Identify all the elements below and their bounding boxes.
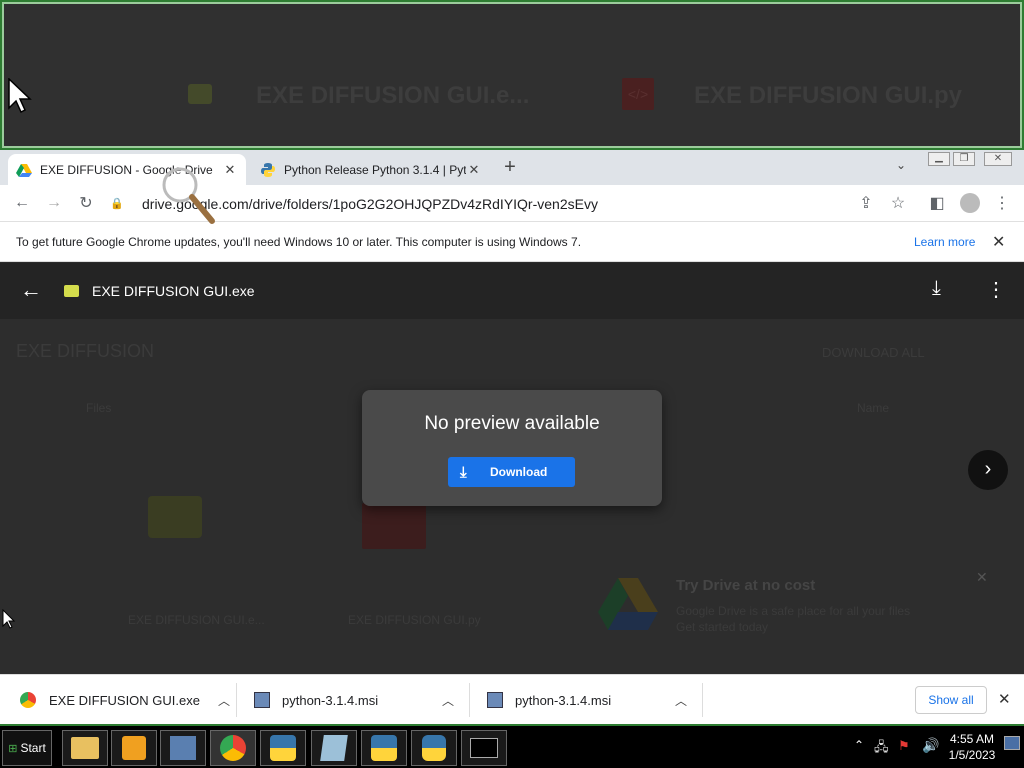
tab-strip: EXE DIFFUSION - Google Drive ✕ Python Re… <box>0 150 1024 185</box>
viewer-filename: EXE DIFFUSION GUI.exe <box>92 283 255 299</box>
tab-title: Python Release Python 3.1.4 | Pyth <box>284 162 466 177</box>
promo-line-1: Google Drive is a safe place for all you… <box>676 604 911 618</box>
chrome-icon[interactable] <box>210 730 256 766</box>
address-bar[interactable]: 🔒 drive.google.com/drive/folders/1poG2G2… <box>110 189 916 218</box>
python-icon[interactable] <box>411 730 457 766</box>
windows-taskbar: ⊞ Start ⌃ 🖧 ⚑ 🔊 4:55 AM 1/5/2023 <box>0 724 1024 768</box>
chevron-up-icon[interactable]: ︿ <box>442 692 454 709</box>
file-card-label-2: EXE DIFFUSION GUI.py <box>348 613 481 627</box>
close-icon[interactable]: ✕ <box>222 162 238 178</box>
py-thumbnail <box>362 503 426 549</box>
download-icon[interactable]: ⤓ <box>932 277 941 300</box>
remote-desktop-icon[interactable] <box>160 730 206 766</box>
exe-file-icon <box>64 285 79 297</box>
divider <box>236 683 237 717</box>
back-arrow-icon[interactable]: ← <box>20 277 42 303</box>
close-icon[interactable]: ✕ <box>466 162 482 178</box>
windows-logo-icon: ⊞ <box>8 742 18 755</box>
cursor-icon <box>8 77 32 119</box>
download-button[interactable]: ⤓ Download <box>448 457 575 487</box>
zoom-file-label-1: EXE DIFFUSION GUI.e... <box>256 82 530 109</box>
menu-kebab-icon[interactable]: ⋮ <box>988 189 1016 217</box>
promo-line-2: Get started today <box>676 620 769 634</box>
downloads-bar: EXE DIFFUSION GUI.exe ︿ python-3.1.4.msi… <box>0 674 1024 724</box>
no-preview-text: No preview available <box>424 413 600 434</box>
lock-icon: 🔒 <box>110 198 124 210</box>
clock-time[interactable]: 4:55 AM <box>940 732 1004 746</box>
zoom-file-label-2: EXE DIFFUSION GUI.py <box>694 82 963 109</box>
no-preview-dialog: No preview available ⤓ Download <box>362 390 662 506</box>
installer-icon <box>254 692 270 708</box>
clock-date[interactable]: 1/5/2023 <box>940 748 1004 762</box>
update-infobar: To get future Google Chrome updates, you… <box>0 222 1024 262</box>
download-item-name: python-3.1.4.msi <box>282 692 379 708</box>
forward-button[interactable]: → <box>40 189 68 217</box>
close-icon: ✕ <box>976 569 988 585</box>
start-button[interactable]: ⊞ Start <box>2 730 52 766</box>
close-icon[interactable]: ✕ <box>992 232 1005 252</box>
download-item[interactable]: python-3.1.4.msi ︿ <box>487 675 687 725</box>
python-icon <box>261 162 275 177</box>
chevron-up-icon[interactable]: ︿ <box>218 692 230 709</box>
folder-title: EXE DIFFUSION <box>16 341 155 361</box>
chevron-up-icon[interactable]: ︿ <box>675 692 687 709</box>
restore-button[interactable]: ❐ <box>953 152 975 166</box>
close-icon[interactable]: ✕ <box>998 690 1011 708</box>
start-label: Start <box>20 741 46 755</box>
download-item[interactable]: EXE DIFFUSION GUI.exe ︿ <box>20 675 230 725</box>
file-card-label-1: EXE DIFFUSION GUI.e... <box>128 613 265 627</box>
code-file-icon: </> <box>622 78 654 110</box>
installer-icon <box>487 692 503 708</box>
python-installer-icon[interactable] <box>361 730 407 766</box>
download-item-name: EXE DIFFUSION GUI.exe <box>49 692 200 708</box>
divider <box>702 683 703 717</box>
bookmark-star-icon[interactable]: ☆ <box>884 189 912 217</box>
side-panel-icon[interactable]: ◧ <box>923 189 951 217</box>
drive-viewer: ← EXE DIFFUSION GUI.exe ⤓ ⋮ EXE DIFFUSIO… <box>0 263 1024 674</box>
download-button-label: Download <box>490 465 548 479</box>
learn-more-link[interactable]: Learn more <box>914 235 975 249</box>
google-drive-icon <box>16 163 32 177</box>
show-desktop-button[interactable] <box>1004 736 1020 750</box>
more-options-icon[interactable]: ⋮ <box>986 277 1006 302</box>
close-window-button[interactable]: ✕ <box>984 152 1012 166</box>
show-hidden-icons-icon[interactable]: ⌃ <box>854 738 864 752</box>
profile-avatar[interactable] <box>956 189 984 217</box>
reload-button[interactable]: ↻ <box>72 189 100 217</box>
notepad-icon[interactable] <box>311 730 357 766</box>
divider <box>469 683 470 717</box>
share-icon[interactable]: ⇪ <box>852 189 880 217</box>
media-player-icon[interactable] <box>111 730 157 766</box>
minimize-button[interactable]: ▁ <box>928 152 950 166</box>
files-label: Files <box>86 401 112 415</box>
volume-icon[interactable]: 🔊 <box>922 737 939 754</box>
command-prompt-icon[interactable] <box>461 730 507 766</box>
tab-python-release[interactable]: Python Release Python 3.1.4 | Pyth ✕ <box>252 154 490 185</box>
action-center-flag-icon[interactable]: ⚑ <box>898 738 910 754</box>
download-item[interactable]: python-3.1.4.msi ︿ <box>254 675 454 725</box>
infobar-message: To get future Google Chrome updates, you… <box>16 235 582 249</box>
chrome-file-icon <box>20 692 36 708</box>
show-all-button[interactable]: Show all <box>915 686 987 714</box>
next-arrow-button[interactable]: › <box>968 450 1008 490</box>
download-icon: ⤓ <box>460 463 467 481</box>
exe-file-icon <box>188 84 212 104</box>
browser-toolbar: ← → ↻ 🔒 drive.google.com/drive/folders/1… <box>0 185 1024 222</box>
cursor-icon <box>2 608 16 634</box>
new-tab-button[interactable]: + <box>498 156 522 180</box>
magnifier-cursor-icon <box>158 165 218 232</box>
magnifier-overlay: EXE DIFFUSION GUI.e... </> EXE DIFFUSION… <box>0 0 1024 150</box>
name-sort-label: Name <box>857 401 890 415</box>
network-icon[interactable]: 🖧 <box>874 738 889 760</box>
python-installer-icon[interactable] <box>260 730 306 766</box>
download-item-name: python-3.1.4.msi <box>515 692 612 708</box>
exe-thumbnail <box>148 496 202 538</box>
promo-title: Try Drive at no cost <box>676 577 816 594</box>
file-explorer-icon[interactable] <box>62 730 108 766</box>
download-all-link: DOWNLOAD ALL <box>822 345 925 360</box>
back-button[interactable]: ← <box>8 189 36 217</box>
tab-search-chevron-icon[interactable]: ⌄ <box>896 158 906 172</box>
drive-logo-icon <box>598 578 658 630</box>
